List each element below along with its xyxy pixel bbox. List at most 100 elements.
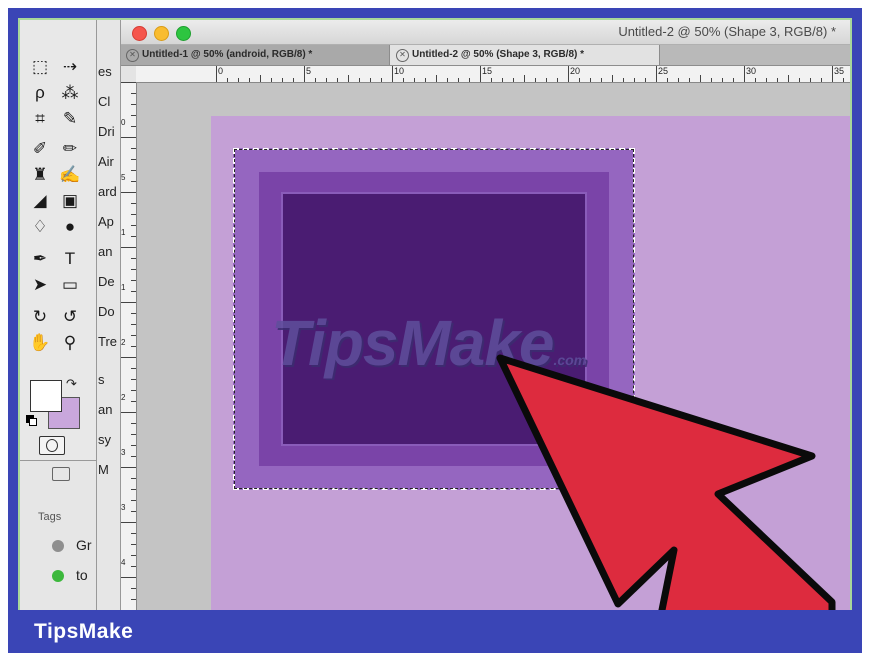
default-colors-icon[interactable] <box>26 415 37 426</box>
brush-icon[interactable]: ✏ <box>56 138 84 160</box>
3d-rotate-icon[interactable]: ↻ <box>26 306 54 328</box>
3d-pan-icon[interactable]: ↺ <box>56 306 84 328</box>
ruler-tick <box>843 78 844 82</box>
window-title: Untitled-2 @ 50% (Shape 3, RGB/8) * <box>618 24 836 39</box>
close-icon[interactable]: ✕ <box>396 49 409 62</box>
crop-icon[interactable]: ⌗ <box>26 108 54 130</box>
gradient-icon[interactable]: ▣ <box>56 190 84 212</box>
ruler-origin[interactable] <box>120 66 137 83</box>
shape-icon[interactable]: ▭ <box>56 274 84 296</box>
ruler-label: 5 <box>306 66 312 76</box>
ruler-tick <box>678 78 679 82</box>
ruler-tick <box>227 78 228 82</box>
device-icon <box>52 467 70 481</box>
ruler-tick <box>832 66 833 82</box>
side-panel-item[interactable]: Ap <box>98 214 114 229</box>
ruler-tick <box>120 247 136 248</box>
tag-label[interactable]: to <box>76 567 88 583</box>
ruler-label: 25 <box>658 66 669 76</box>
ruler-tick <box>238 78 239 82</box>
ruler-tick <box>131 313 136 314</box>
side-panel-item[interactable]: Dri <box>98 124 115 139</box>
type-icon[interactable]: T <box>56 248 84 270</box>
side-panel-item[interactable]: ard <box>98 184 117 199</box>
ruler-tick <box>612 75 613 82</box>
path-selection-icon[interactable]: ➤ <box>26 274 54 296</box>
zoom-icon[interactable]: ⚲ <box>56 332 84 354</box>
ruler-tick <box>480 66 481 82</box>
marquee-icon[interactable]: ⬚ <box>26 56 54 78</box>
ruler-tick <box>425 78 426 82</box>
side-panel-item[interactable]: an <box>98 402 112 417</box>
eyedropper-icon[interactable]: ✎ <box>56 108 84 130</box>
lasso-icon[interactable]: ρ <box>26 82 54 104</box>
close-window-button[interactable] <box>132 26 147 41</box>
history-brush-icon[interactable]: ✍ <box>56 164 84 186</box>
pen-icon[interactable]: ✒ <box>26 248 54 270</box>
tag-color-dot <box>52 570 64 582</box>
side-panel-item[interactable]: sy <box>98 432 111 447</box>
ruler-tick <box>634 78 635 82</box>
side-panel-item[interactable]: Tre <box>98 334 117 349</box>
clone-stamp-icon[interactable]: ♜ <box>26 164 54 186</box>
image-frame: Untitled-2 @ 50% (Shape 3, RGB/8) * ✕ Un… <box>8 8 862 653</box>
ruler-label: 10 <box>394 66 405 76</box>
healing-brush-icon[interactable]: ✐ <box>26 138 54 160</box>
photoshop-window: Untitled-2 @ 50% (Shape 3, RGB/8) * ✕ Un… <box>20 20 850 610</box>
ruler-tick <box>700 75 701 82</box>
side-panel-item[interactable]: s <box>98 372 105 387</box>
side-panel-item[interactable]: Do <box>98 304 115 319</box>
ruler-label: 2 <box>121 393 126 402</box>
vertical-ruler[interactable]: 0 5 1 1 2 2 3 3 4 <box>120 82 137 610</box>
horizontal-ruler[interactable]: 0 5 10 15 20 25 30 35 <box>136 66 850 83</box>
ruler-tick <box>131 390 136 391</box>
tab-untitled-1[interactable]: ✕ Untitled-1 @ 50% (android, RGB/8) * <box>120 45 390 65</box>
blur-icon[interactable]: ♢ <box>26 216 54 238</box>
quick-mask-icon[interactable] <box>39 436 65 455</box>
ruler-tick <box>131 588 136 589</box>
ruler-tick <box>381 78 382 82</box>
move-icon[interactable]: ⇢ <box>56 56 84 78</box>
hand-icon[interactable]: ✋ <box>26 332 54 354</box>
foreground-color-swatch[interactable] <box>30 380 62 412</box>
ruler-tick <box>513 78 514 82</box>
ruler-tick <box>447 78 448 82</box>
dodge-icon[interactable]: ● <box>56 216 84 238</box>
ruler-tick <box>131 214 136 215</box>
close-icon[interactable]: ✕ <box>126 49 139 62</box>
ruler-tick <box>120 467 136 468</box>
document-canvas[interactable]: TipsMake.com <box>211 116 850 610</box>
ruler-tick <box>131 170 136 171</box>
ruler-tick <box>535 78 536 82</box>
side-panel-item[interactable]: an <box>98 244 112 259</box>
ruler-tick <box>370 78 371 82</box>
ruler-tick <box>120 522 136 523</box>
side-panel-item[interactable]: De <box>98 274 115 289</box>
ruler-tick <box>271 78 272 82</box>
side-panel-item[interactable]: M <box>98 462 109 477</box>
ruler-label: 3 <box>121 503 126 512</box>
side-panel-item[interactable]: Air <box>98 154 114 169</box>
title-bar: Untitled-2 @ 50% (Shape 3, RGB/8) * <box>120 20 850 45</box>
ruler-label: 3 <box>121 448 126 457</box>
ruler-tick <box>131 159 136 160</box>
tags-panel: Tags Gr to <box>20 461 97 610</box>
ruler-tick <box>744 66 745 82</box>
brand-name: TipsMake <box>34 620 134 643</box>
tag-label[interactable]: Gr <box>76 537 92 553</box>
ruler-tick <box>689 78 690 82</box>
ruler-tick <box>282 78 283 82</box>
ruler-tick <box>579 78 580 82</box>
ruler-tick <box>120 302 136 303</box>
swap-colors-icon[interactable]: ↷ <box>66 376 77 392</box>
zoom-window-button[interactable] <box>176 26 191 41</box>
ruler-tick <box>326 78 327 82</box>
eraser-icon[interactable]: ◢ <box>26 190 54 212</box>
side-panel-item[interactable]: Cl <box>98 94 110 109</box>
tab-untitled-2[interactable]: ✕ Untitled-2 @ 50% (Shape 3, RGB/8) * <box>390 45 660 65</box>
ruler-label: 5 <box>121 173 126 182</box>
magic-wand-icon[interactable]: ⁂ <box>56 82 84 104</box>
minimize-window-button[interactable] <box>154 26 169 41</box>
ruler-tick <box>557 78 558 82</box>
side-panel-item[interactable]: es <box>98 64 112 79</box>
